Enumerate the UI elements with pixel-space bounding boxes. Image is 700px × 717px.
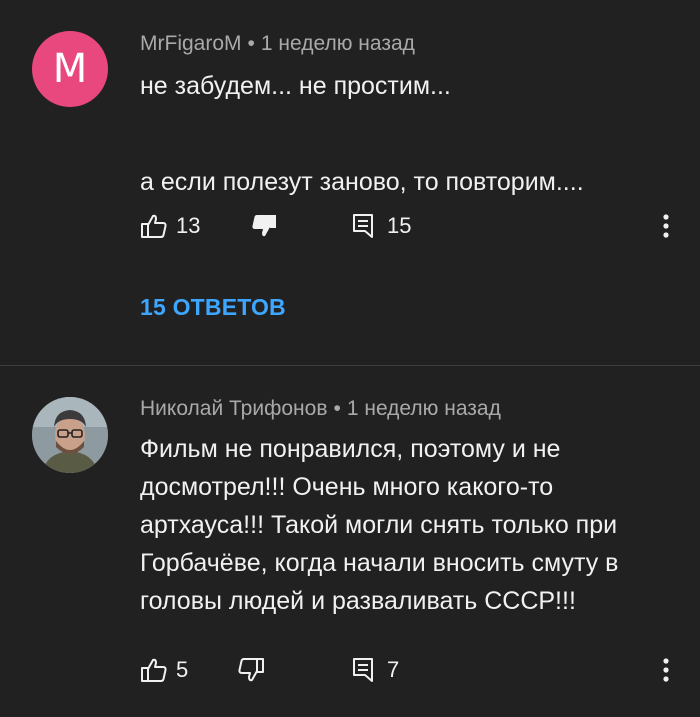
reply-button[interactable]: 15: [351, 206, 411, 246]
reply-button[interactable]: 7: [351, 650, 399, 690]
dislike-button[interactable]: [250, 206, 278, 246]
comment-line: Фильм не понравился, поэтому и не досмот…: [140, 435, 619, 615]
comment-actions: 13 15: [0, 206, 700, 246]
comment-actions: 5 7: [0, 650, 700, 690]
comment-line: а если полезут заново, то повторим....: [140, 168, 584, 196]
comment-meta: Николай Трифонов • 1 неделю назад: [140, 397, 501, 421]
comment-author[interactable]: MrFigaroM: [140, 32, 242, 55]
avatar-letter: M: [52, 46, 88, 92]
comment-meta: MrFigaroM • 1 неделю назад: [140, 32, 415, 56]
thumb-up-icon: [140, 212, 168, 240]
comment: M MrFigaroM • 1 неделю назад не забудем...…: [0, 0, 700, 365]
more-vertical-icon: [663, 657, 669, 683]
reply-icon: [351, 656, 375, 684]
comment-line: не забудем... не простим...: [140, 72, 451, 100]
like-count: 5: [176, 657, 189, 682]
comment-text: Фильм не понравился, поэтому и не досмот…: [140, 430, 680, 620]
comment-author[interactable]: Николай Трифонов: [140, 397, 327, 420]
comment: Николай Трифонов • 1 неделю назад Фильм не…: [0, 366, 700, 717]
comment-time[interactable]: 1 неделю назад: [261, 32, 415, 55]
more-button[interactable]: [652, 206, 680, 246]
reply-count: 15: [387, 213, 412, 238]
reply-count: 7: [387, 657, 400, 682]
comment-time[interactable]: 1 неделю назад: [347, 397, 501, 420]
more-vertical-icon: [663, 213, 669, 239]
avatar[interactable]: [32, 397, 108, 473]
dislike-button[interactable]: [237, 650, 265, 690]
thumb-down-filled-icon: [250, 212, 278, 240]
more-button[interactable]: [652, 650, 680, 690]
comment-text: не забудем... не простим... а если полез…: [140, 67, 680, 201]
avatar[interactable]: M: [32, 31, 108, 107]
like-button[interactable]: 5: [140, 650, 188, 690]
meta-separator: •: [247, 32, 255, 55]
meta-separator: •: [333, 397, 341, 420]
like-button[interactable]: 13: [140, 206, 200, 246]
like-count: 13: [176, 213, 201, 238]
avatar-photo: [32, 397, 108, 473]
view-replies-link[interactable]: 15 ОТВЕТОВ: [140, 294, 286, 321]
thumb-up-icon: [140, 656, 168, 684]
thumb-down-icon: [237, 656, 265, 684]
reply-icon: [351, 212, 375, 240]
